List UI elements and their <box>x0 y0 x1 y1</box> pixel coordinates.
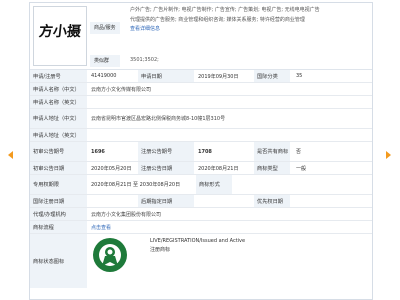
status-en: LIVE/REGISTRATION/Issued and Active <box>150 238 246 244</box>
table-row: 初审公告日期 2020年05月20日 注册公告日期 2020年08月21日 商标… <box>30 162 372 175</box>
prelim-date-value: 2020年05月20日 <box>91 165 132 172</box>
reg-date-label: 注册公告日期 <box>138 162 194 174</box>
type-label: 商标类型 <box>254 162 290 174</box>
valid-value: 2020年08月21日 至 2030年08月20日 <box>91 182 181 188</box>
prelim-date-label: 初审公告日期 <box>30 162 87 174</box>
later-date-label: 后期指定日期 <box>138 195 194 207</box>
trademark-detail-card: 方小摄 商品/服务 户外广告; 广告片制作; 电视广告制作; 广告宣传; 广告策… <box>29 2 373 300</box>
agent-value: 云南方小文化集团股份有限公司 <box>91 211 162 218</box>
address-cn-value: 云南省昆明市官渡区昌宏路北侧保税商务城8-10幢1层310号 <box>91 116 226 122</box>
table-row: 代理/办理机构 云南方小文化集团股份有限公司 <box>30 208 372 221</box>
table-row: 初审公告期号 1696 注册公告期号 1708 是否共有商标 否 <box>30 142 372 162</box>
trademark-header: 方小摄 商品/服务 户外广告; 广告片制作; 电视广告制作; 广告宣传; 广告策… <box>30 3 372 70</box>
apply-date-value: 2019年09月30日 <box>198 73 239 80</box>
prev-arrow-icon[interactable] <box>6 150 16 160</box>
registered-seal-icon <box>93 238 127 272</box>
reg-date-value: 2020年08月21日 <box>198 165 239 172</box>
class-value: 35 <box>296 73 303 79</box>
table-row: 国际注册日期 后期指定日期 优先权日期 <box>30 195 372 208</box>
applicant-cn-label: 申请人名称（中文） <box>30 83 87 95</box>
type-value: 一般 <box>296 165 307 172</box>
reg-no-label: 申请/注册号 <box>30 70 87 82</box>
prelim-no-label: 初审公告期号 <box>30 142 87 161</box>
valid-label: 专用权期限 <box>30 175 87 194</box>
reg-pub-no-label: 注册公告期号 <box>138 142 194 161</box>
services-line-2: 代理提供的广告服务; 商业管理和组织咨询; 媒体关系服务; 特许经营的商业管理 <box>130 16 305 23</box>
next-arrow-icon[interactable] <box>383 150 393 160</box>
agent-label: 代理/办理机构 <box>30 208 87 220</box>
apply-date-label: 申请日期 <box>138 70 194 82</box>
status-icon-label: 商标状态图标 <box>30 234 87 288</box>
table-row: 专用权期限 2020年08月21日 至 2030年08月20日 商标形式 <box>30 175 372 195</box>
table-row: 申请人地址（中文） 云南省昆明市官渡区昌宏路北侧保税商务城8-10幢1层310号 <box>30 109 372 129</box>
address-cn-label: 申请人地址（中文） <box>30 109 87 128</box>
applicant-cn-value: 云南方小文化传媒有限公司 <box>91 86 152 93</box>
table-row: 申请人名称（英文） <box>30 96 372 109</box>
status-text: LIVE/REGISTRATION/Issued and Active 注册商标 <box>150 237 245 255</box>
table-row: 申请人名称（中文） 云南方小文化传媒有限公司 <box>30 83 372 96</box>
services-label: 商品/服务 <box>90 22 120 34</box>
shared-label: 是否共有商标 <box>254 142 290 161</box>
flow-label: 商标流程 <box>30 221 87 233</box>
table-row: 申请/注册号 41419000 申请日期 2019年09月30日 国际分类 35 <box>30 70 372 83</box>
table-row: 商标状态图标 LIVE/REGISTRATION/Issued and Acti… <box>30 234 372 288</box>
status-cn: 注册商标 <box>150 247 171 253</box>
reg-pub-no-value: 1708 <box>198 148 212 155</box>
form-label: 商标形式 <box>196 175 232 194</box>
intl-date-label: 国际注册日期 <box>30 195 87 207</box>
trademark-image: 方小摄 <box>33 6 87 66</box>
services-line-1: 户外广告; 广告片制作; 电视广告制作; 广告宣传; 广告策划; 电视广告; 无… <box>130 7 320 13</box>
table-row: 商标流程 点击查看 <box>30 221 372 234</box>
group-value: 3501;3502; <box>130 57 159 63</box>
table-row: 申请人地址（英文） <box>30 129 372 142</box>
shared-value: 否 <box>296 149 302 155</box>
priority-label: 优先权日期 <box>254 195 290 207</box>
prelim-no-value: 1696 <box>91 148 105 155</box>
trademark-logo-text: 方小摄 <box>38 24 82 40</box>
applicant-en-value <box>87 96 91 108</box>
class-label: 国际分类 <box>254 70 290 82</box>
flow-link[interactable]: 点击查看 <box>87 221 111 233</box>
services-text: 户外广告; 广告片制作; 电视广告制作; 广告宣传; 广告策划; 电视广告; 无… <box>130 6 370 35</box>
group-label: 类似群 <box>90 55 120 67</box>
address-en-value <box>87 129 91 141</box>
more-info-link[interactable]: 查看详细信息 <box>130 25 370 35</box>
address-en-label: 申请人地址（英文） <box>30 129 87 141</box>
reg-no-value: 41419000 <box>91 73 117 79</box>
applicant-en-label: 申请人名称（英文） <box>30 96 87 108</box>
